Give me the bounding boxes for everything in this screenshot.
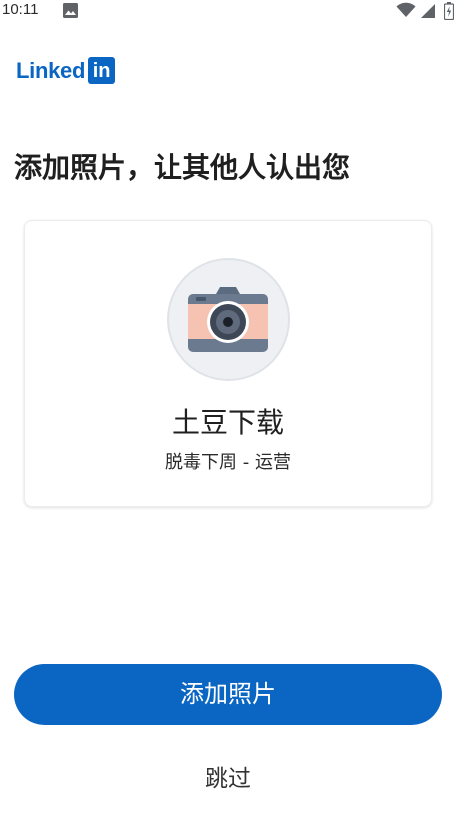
status-bar: 10:11 <box>0 0 458 22</box>
profile-card: 土豆下载 脱毒下周 - 运营 <box>24 220 432 507</box>
wifi-icon <box>396 2 416 17</box>
image-icon <box>63 3 78 18</box>
camera-icon <box>188 287 268 352</box>
battery-icon <box>444 2 454 20</box>
logo-in-box: in <box>88 57 116 84</box>
profile-name: 土豆下载 <box>171 406 284 439</box>
page-title: 添加照片，让其他人认出您 <box>14 151 351 184</box>
logo-wordmark: Linked <box>16 58 86 83</box>
status-time: 10:11 <box>2 1 39 18</box>
add-photo-button[interactable]: 添加照片 <box>14 664 442 725</box>
skip-button[interactable]: 跳过 <box>178 757 278 801</box>
profile-headline: 脱毒下周 - 运营 <box>165 452 291 473</box>
avatar-placeholder[interactable] <box>167 258 290 381</box>
signal-icon <box>421 4 435 18</box>
screen: 10:11 Linked in 添加照片，让其他人认出您 土豆下载 脱毒下周 -… <box>0 0 458 820</box>
linkedin-logo: Linked in <box>16 57 116 84</box>
